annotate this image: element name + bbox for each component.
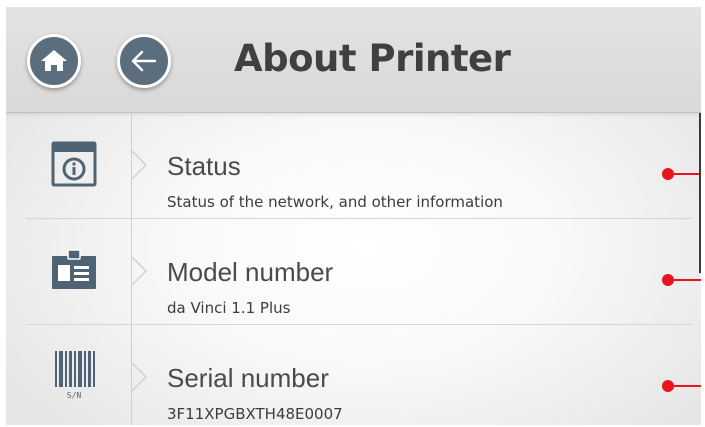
- id-badge-icon: [52, 249, 96, 289]
- item-label: Status: [167, 151, 241, 181]
- item-detail: Status of the network, and other informa…: [167, 193, 503, 211]
- list-item-serial-number[interactable]: S/N Serial number 3F11XPGBXTH48E0007: [6, 325, 701, 425]
- scrollbar[interactable]: [699, 113, 701, 273]
- callout-line: [673, 385, 701, 387]
- chevron-right-icon: [131, 362, 147, 392]
- chevron-right-icon: [131, 150, 147, 180]
- page-title: About Printer: [234, 37, 511, 80]
- barcode-sn-icon: S/N: [55, 351, 95, 400]
- home-icon: [41, 50, 67, 71]
- item-detail: da Vinci 1.1 Plus: [167, 299, 291, 317]
- list-item-model-number[interactable]: Model number da Vinci 1.1 Plus: [6, 219, 701, 325]
- item-label: Serial number: [167, 363, 329, 393]
- item-detail: 3F11XPGBXTH48E0007: [167, 405, 343, 423]
- screen: About Printer Status Status of the netwo…: [6, 7, 701, 425]
- callout-line: [673, 173, 701, 175]
- header-bar: About Printer: [6, 7, 701, 113]
- chevron-right-icon: [131, 256, 147, 286]
- arrow-left-icon: [131, 50, 157, 72]
- back-button[interactable]: [117, 34, 171, 88]
- home-button[interactable]: [27, 34, 81, 88]
- list-item-status[interactable]: Status Status of the network, and other …: [6, 113, 701, 219]
- callout-line: [673, 279, 701, 281]
- status-info-icon: [51, 141, 97, 187]
- barcode-caption: S/N: [67, 391, 82, 400]
- item-label: Model number: [167, 257, 334, 287]
